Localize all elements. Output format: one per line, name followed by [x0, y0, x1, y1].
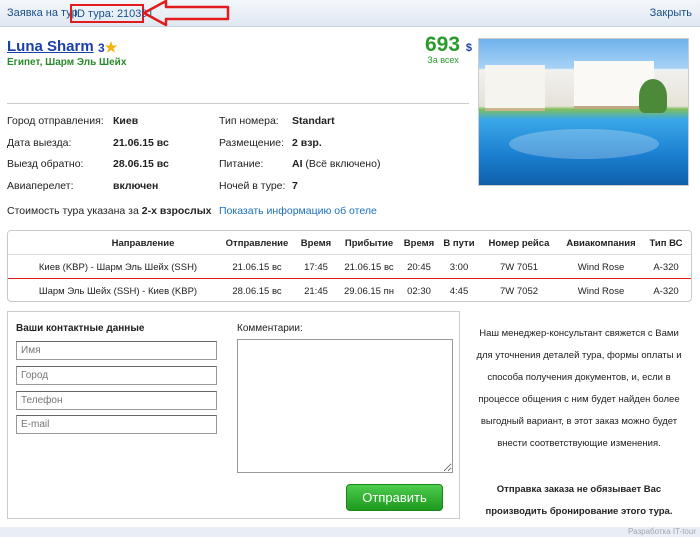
price-value: 693	[424, 33, 461, 56]
divider	[7, 103, 469, 104]
table-row: Киев (KBP) - Шарм Эль Шейх (SSH) 21.06.1…	[8, 255, 691, 279]
nights-value: 7	[292, 180, 298, 192]
tour-panel: Luna Sharm 3★ Египет, Шарм Эль Шейх 693 …	[0, 27, 700, 527]
placement-label: Размещение:	[219, 137, 285, 149]
manager-note: Наш менеджер-консультант свяжется с Вами…	[476, 328, 682, 449]
col-header: Прибытие	[344, 238, 394, 249]
contact-title: Ваши контактные данные	[16, 323, 145, 334]
hotel-info-link[interactable]: Показать информацию об отеле	[219, 205, 377, 217]
cell-time: 21:45	[304, 286, 328, 297]
nights-label: Ночей в туре:	[219, 180, 286, 192]
meals-value: AI (Всё включено)	[292, 158, 380, 170]
send-button[interactable]: Отправить	[346, 484, 443, 511]
close-button[interactable]: Закрыть	[650, 7, 692, 19]
meals-code: AI	[292, 158, 303, 170]
col-header: Время	[403, 238, 435, 249]
comments-textarea[interactable]	[237, 339, 453, 473]
room-type-label: Тип номера:	[219, 115, 279, 127]
top-bar: Заявка на тур ID тура: 210391 Закрыть	[0, 0, 700, 27]
cell-time: 20:45	[407, 262, 431, 273]
col-header: Номер рейса	[488, 238, 550, 249]
cell-time: 17:45	[304, 262, 328, 273]
name-field[interactable]	[16, 341, 217, 360]
departure-date-value: 21.06.15 вс	[113, 137, 169, 149]
stars-count: 3	[98, 41, 105, 55]
building-shape	[485, 65, 545, 111]
col-header: Тип ВС	[649, 238, 683, 249]
cell-arrival: 21.06.15 вс	[344, 262, 394, 273]
price-currency: $	[465, 42, 472, 54]
star-icon: ★	[104, 39, 118, 55]
departure-date-label: Дата выезда:	[7, 137, 72, 149]
developer-credit: Разработка IT-tour	[628, 527, 696, 536]
table-row: Шарм Эль Шейх (SSH) - Киев (KBP) 28.06.1…	[8, 279, 691, 301]
flights-table: Направление Отправление Время Прибытие В…	[7, 230, 692, 302]
cell-departure: 21.06.15 вс	[232, 262, 282, 273]
departure-city-value: Киев	[113, 115, 139, 127]
price-basis-text: Стоимость тура указана за	[7, 205, 139, 217]
city-field[interactable]	[16, 366, 217, 385]
arrow-left-icon	[142, 0, 230, 26]
hotel-name-link[interactable]: Luna Sharm	[7, 38, 94, 55]
return-date-value: 28.06.15 вс	[113, 158, 169, 170]
return-date-label: Выезд обратно:	[7, 158, 84, 170]
cell-airline: Wind Rose	[577, 286, 625, 297]
price-basis-bold: 2-х взрослых	[141, 205, 212, 217]
col-header: Время	[300, 238, 332, 249]
room-type-value: Standart	[292, 115, 335, 127]
cell-flight-number: 7W 7051	[499, 262, 539, 273]
col-header: Авиакомпания	[566, 238, 636, 249]
tour-id-label: ID тура: 210391	[70, 4, 154, 23]
contact-form: Ваши контактные данные Комментарии: Отпр…	[7, 311, 460, 519]
hotel-photo	[478, 38, 689, 186]
col-header: В пути	[443, 238, 475, 249]
placement-value: 2 взр.	[292, 137, 322, 149]
col-header: Отправление	[225, 238, 289, 249]
hotel-stars: 3★	[98, 39, 117, 56]
cell-direction: Киев (KBP) - Шарм Эль Шейх (SSH)	[38, 262, 198, 273]
table-header: Направление Отправление Время Прибытие В…	[8, 231, 691, 255]
cell-aircraft: A-320	[653, 262, 679, 273]
pool-shine	[509, 129, 659, 159]
cell-direction: Шарм Эль Шейх (SSH) - Киев (KBP)	[38, 286, 198, 297]
cell-flight-number: 7W 7052	[499, 286, 539, 297]
cell-duration: 4:45	[449, 286, 469, 297]
email-field[interactable]	[16, 415, 217, 434]
meals-desc: (Всё включено)	[305, 158, 381, 170]
cell-arrival: 29.06.15 пн	[343, 286, 394, 297]
palm-shape	[639, 79, 667, 113]
disclaimer-note: Отправка заказа не обязывает Вас произво…	[485, 484, 673, 517]
hotel-location: Египет, Шарм Эль Шейх	[7, 57, 127, 68]
price-note: За всех	[427, 55, 459, 65]
price-basis-note: Стоимость тура указана за 2-х взрослых	[7, 205, 212, 217]
request-title: Заявка на тур	[7, 7, 78, 19]
cell-aircraft: A-320	[653, 286, 679, 297]
cell-duration: 3:00	[449, 262, 469, 273]
departure-city-label: Город отправления:	[7, 115, 104, 127]
flight-label: Авиаперелет:	[7, 180, 74, 192]
phone-field[interactable]	[16, 391, 217, 410]
cell-time: 02:30	[407, 286, 431, 297]
order-section: Ваши контактные данные Комментарии: Отпр…	[0, 311, 700, 527]
comments-label: Комментарии:	[237, 323, 303, 334]
tour-price: 693 $	[418, 33, 472, 57]
cell-airline: Wind Rose	[577, 262, 625, 273]
flight-value: включен	[113, 180, 159, 192]
cell-departure: 28.06.15 вс	[232, 286, 282, 297]
meals-label: Питание:	[219, 158, 264, 170]
